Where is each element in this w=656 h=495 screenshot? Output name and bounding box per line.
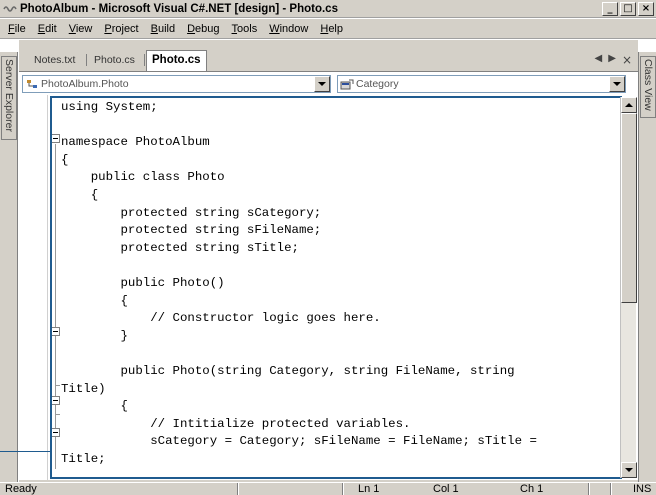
tab-photo-cs[interactable]: Photo.cs	[89, 52, 140, 70]
status-char: Ch 1	[520, 483, 544, 495]
menu-accelerator: P	[104, 22, 112, 35]
menu-label-rest: iew	[75, 22, 93, 35]
menu-accelerator: E	[37, 22, 46, 35]
status-separator	[588, 483, 590, 495]
tab-close-icon[interactable]: ×	[622, 53, 632, 67]
server-explorer-label: Server Explorer	[3, 59, 15, 132]
menu-label-rest: ile	[14, 22, 26, 35]
maximize-button[interactable]: □	[620, 2, 636, 16]
status-line: Ln 1	[358, 483, 380, 495]
menu-view[interactable]: View	[63, 21, 99, 37]
tab-scroll-right-icon[interactable]: ▶	[608, 53, 616, 67]
menu-label-rest: elp	[328, 22, 343, 35]
member-combo-dropdown-icon[interactable]	[609, 76, 625, 92]
document-area: Notes.txt Photo.cs Photo.cs ◀ ▶ × PhotoA…	[19, 40, 638, 482]
menu-label-rest: ools	[237, 22, 258, 35]
highlight-frame	[50, 96, 622, 479]
visual-studio-icon	[3, 3, 17, 15]
tab-scroll-left-icon[interactable]: ◀	[595, 53, 603, 67]
class-view-tab[interactable]: Class View	[640, 56, 656, 118]
server-explorer-tab[interactable]: Server Explorer	[1, 56, 17, 140]
menu-help[interactable]: Help	[314, 21, 349, 37]
navigation-bar: PhotoAlbum.Photo Category	[19, 71, 638, 95]
menu-tools[interactable]: Tools	[226, 21, 264, 37]
menu-bar: File Edit View Project Build Debug Tools Window…	[0, 19, 656, 39]
status-ready: Ready	[5, 483, 37, 495]
status-bar: Ready Ln 1 Col 1 Ch 1 INS	[0, 482, 656, 495]
menu-build[interactable]: Build	[145, 21, 181, 37]
menu-label-rest: roject	[111, 22, 139, 35]
close-button[interactable]: ×	[638, 2, 654, 16]
minimize-button[interactable]: _	[602, 2, 618, 16]
type-combo-dropdown-icon[interactable]	[314, 76, 330, 92]
scroll-thumb[interactable]	[621, 113, 637, 303]
menu-accelerator: D	[187, 22, 196, 35]
menu-label-rest: dit	[45, 22, 57, 35]
title-bar: PhotoAlbum - Microsoft Visual C#.NET [de…	[0, 0, 656, 18]
tab-notes-txt[interactable]: Notes.txt	[29, 52, 80, 70]
type-combo[interactable]: PhotoAlbum.Photo	[22, 75, 331, 93]
menu-file[interactable]: File	[2, 21, 32, 37]
menu-accelerator: W	[269, 22, 280, 35]
menu-label-rest: uild	[157, 22, 176, 35]
vertical-scrollbar[interactable]	[620, 97, 637, 478]
tab-separator	[86, 54, 87, 66]
menu-edit[interactable]: Edit	[32, 21, 63, 37]
scroll-up-button[interactable]	[621, 97, 637, 113]
class-view-label: Class View	[642, 59, 654, 111]
menu-accelerator: B	[150, 22, 158, 35]
menu-window[interactable]: Window	[263, 21, 314, 37]
menu-label-rest: indow	[279, 22, 309, 35]
menu-accelerator: F	[8, 22, 15, 35]
menu-debug[interactable]: Debug	[181, 21, 225, 37]
window-title: PhotoAlbum - Microsoft Visual C#.NET [de…	[20, 2, 338, 15]
type-combo-value: PhotoAlbum.Photo	[41, 78, 129, 90]
indicator-margin	[47, 95, 48, 480]
menu-accelerator: V	[68, 22, 76, 35]
member-combo[interactable]: Category	[337, 75, 626, 93]
document-tabs: Notes.txt Photo.cs Photo.cs ◀ ▶ ×	[19, 50, 638, 71]
class-icon	[25, 79, 39, 90]
menu-label-rest: ebug	[195, 22, 220, 35]
status-separator	[237, 483, 239, 495]
class-view-panel: Class View	[638, 52, 656, 482]
callout-line	[0, 451, 52, 452]
server-explorer-panel: Server Explorer	[0, 52, 18, 482]
status-separator	[610, 483, 612, 495]
status-column: Col 1	[433, 483, 459, 495]
property-icon	[340, 79, 354, 90]
scroll-down-button[interactable]	[621, 462, 637, 478]
tab-photo-cs-active[interactable]: Photo.cs	[146, 50, 207, 71]
member-combo-value: Category	[356, 78, 399, 90]
status-insert-mode: INS	[633, 483, 652, 495]
tab-separator	[144, 54, 145, 66]
menu-project[interactable]: Project	[98, 21, 144, 37]
code-editor[interactable]: using System; namespace PhotoAlbum{ publi…	[19, 95, 638, 480]
status-separator	[342, 483, 344, 495]
